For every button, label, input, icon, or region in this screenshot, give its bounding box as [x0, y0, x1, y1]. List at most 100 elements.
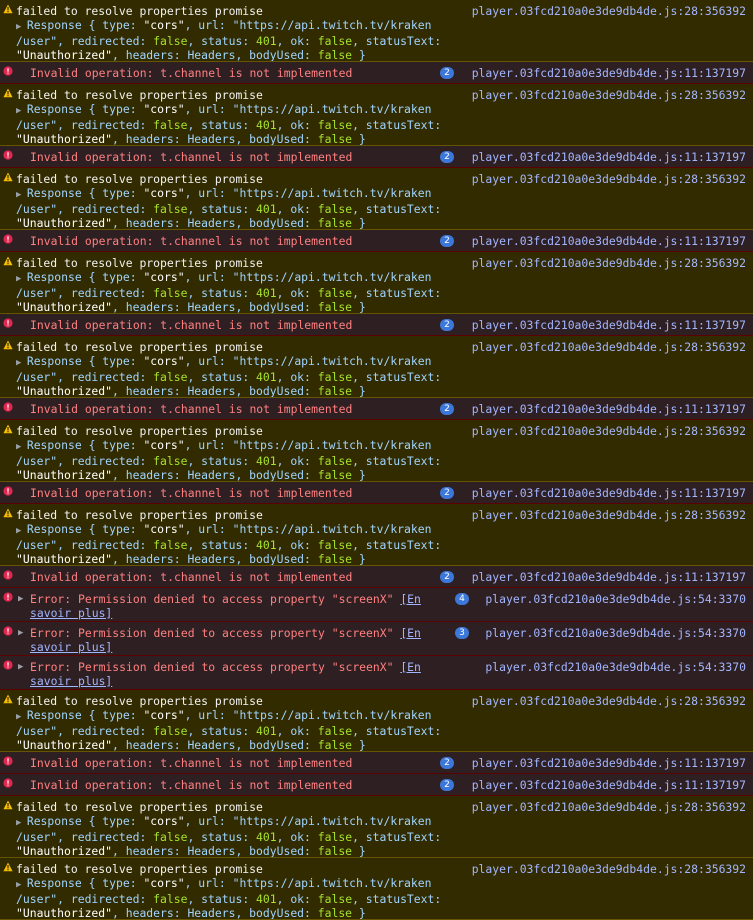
console-error-row: ▶ Error: Permission denied to access prop…	[0, 588, 753, 622]
response-object-line: /user", redirected: false, status: 401, …	[16, 202, 442, 216]
warning-triangle-icon	[3, 694, 13, 704]
console-warning-row: failed to resolve properties promise ▶ Re…	[0, 796, 753, 858]
disclosure-triangle-icon[interactable]: ▶	[18, 592, 23, 606]
source-link[interactable]: player.03fcd210a0e3de9db4de.js:11:137197	[472, 318, 746, 332]
repeat-count-badge: 2	[440, 67, 454, 79]
disclosure-triangle-icon[interactable]: ▶	[16, 442, 27, 452]
source-link[interactable]: player.03fcd210a0e3de9db4de.js:11:137197	[472, 234, 746, 248]
console-error-row: Invalid operation: t.channel is not impl…	[0, 482, 753, 504]
console-error-row: Invalid operation: t.channel is not impl…	[0, 146, 753, 168]
source-link[interactable]: player.03fcd210a0e3de9db4de.js:28:356392	[472, 340, 746, 354]
console-warning-row: failed to resolve properties promise ▶ Re…	[0, 252, 753, 314]
error-circle-icon	[3, 234, 13, 244]
learn-more-link[interactable]: savoir plus]	[30, 640, 112, 654]
response-object[interactable]: ▶ Response { type: "cors", url: "https:/…	[16, 102, 753, 118]
source-link[interactable]: player.03fcd210a0e3de9db4de.js:28:356392	[472, 424, 746, 438]
disclosure-triangle-icon[interactable]: ▶	[16, 712, 27, 722]
disclosure-triangle-icon[interactable]: ▶	[18, 626, 23, 640]
console-error-row: Invalid operation: t.channel is not impl…	[0, 398, 753, 420]
source-link[interactable]: player.03fcd210a0e3de9db4de.js:54:3370	[485, 660, 746, 674]
disclosure-triangle-icon[interactable]: ▶	[16, 274, 27, 284]
learn-more-link[interactable]: savoir plus]	[30, 606, 112, 620]
response-object-line: "Unauthorized", headers: Headers, bodyUs…	[16, 844, 366, 858]
warning-triangle-icon	[3, 508, 13, 518]
disclosure-triangle-icon[interactable]: ▶	[16, 880, 27, 890]
disclosure-triangle-icon[interactable]: ▶	[16, 358, 27, 368]
response-object-line: "Unauthorized", headers: Headers, bodyUs…	[16, 48, 366, 62]
warning-triangle-icon	[3, 862, 13, 872]
disclosure-triangle-icon[interactable]: ▶	[16, 190, 27, 200]
console-warning-row: failed to resolve properties promise ▶ Re…	[0, 858, 753, 920]
source-link[interactable]: player.03fcd210a0e3de9db4de.js:28:356392	[472, 4, 746, 18]
disclosure-triangle-icon[interactable]: ▶	[16, 106, 27, 116]
repeat-count-badge: 4	[455, 593, 469, 605]
error-circle-icon	[3, 486, 13, 496]
source-link[interactable]: player.03fcd210a0e3de9db4de.js:11:137197	[472, 778, 746, 792]
learn-more-link[interactable]: [En	[400, 592, 421, 606]
error-text: Error: Permission denied to access prope…	[30, 626, 401, 640]
warning-triangle-icon	[3, 800, 13, 810]
repeat-count-badge: 2	[440, 151, 454, 163]
console-warning-row: failed to resolve properties promise ▶ Re…	[0, 84, 753, 146]
learn-more-link[interactable]: savoir plus]	[30, 674, 112, 688]
console-error-row: Invalid operation: t.channel is not impl…	[0, 62, 753, 84]
console-output: failed to resolve properties promise ▶ Re…	[0, 0, 753, 920]
response-object-line: "Unauthorized", headers: Headers, bodyUs…	[16, 132, 366, 146]
response-object-line: /user", redirected: false, status: 401, …	[16, 286, 442, 300]
source-link[interactable]: player.03fcd210a0e3de9db4de.js:11:137197	[472, 486, 746, 500]
console-error-row: ▶ Error: Permission denied to access prop…	[0, 656, 753, 690]
console-error-row: Invalid operation: t.channel is not impl…	[0, 230, 753, 252]
source-link[interactable]: player.03fcd210a0e3de9db4de.js:28:356392	[472, 508, 746, 522]
response-object[interactable]: ▶ Response { type: "cors", url: "https:/…	[16, 18, 753, 34]
warning-triangle-icon	[3, 172, 13, 182]
response-object[interactable]: ▶ Response { type: "cors", url: "https:/…	[16, 708, 753, 724]
response-object-line: "Unauthorized", headers: Headers, bodyUs…	[16, 384, 366, 398]
source-link[interactable]: player.03fcd210a0e3de9db4de.js:11:137197	[472, 66, 746, 80]
source-link[interactable]: player.03fcd210a0e3de9db4de.js:28:356392	[472, 256, 746, 270]
response-object[interactable]: ▶ Response { type: "cors", url: "https:/…	[16, 876, 753, 892]
response-object[interactable]: ▶ Response { type: "cors", url: "https:/…	[16, 438, 753, 454]
console-error-row: ▶ Error: Permission denied to access prop…	[0, 622, 753, 656]
error-text: Error: Permission denied to access prope…	[30, 592, 401, 606]
source-link[interactable]: player.03fcd210a0e3de9db4de.js:11:137197	[472, 402, 746, 416]
learn-more-link[interactable]: [En	[400, 626, 421, 640]
learn-more-link[interactable]: [En	[400, 660, 421, 674]
response-object[interactable]: ▶ Response { type: "cors", url: "https:/…	[16, 186, 753, 202]
disclosure-triangle-icon[interactable]: ▶	[18, 660, 23, 674]
source-link[interactable]: player.03fcd210a0e3de9db4de.js:28:356392	[472, 694, 746, 708]
error-circle-icon	[3, 318, 13, 328]
response-object-line: /user", redirected: false, status: 401, …	[16, 724, 442, 738]
source-link[interactable]: player.03fcd210a0e3de9db4de.js:54:3370	[485, 592, 746, 606]
error-circle-icon	[3, 150, 13, 160]
source-link[interactable]: player.03fcd210a0e3de9db4de.js:28:356392	[472, 800, 746, 814]
console-error-row: Invalid operation: t.channel is not impl…	[0, 774, 753, 796]
response-object-line: /user", redirected: false, status: 401, …	[16, 892, 442, 906]
response-object-line: /user", redirected: false, status: 401, …	[16, 118, 442, 132]
source-link[interactable]: player.03fcd210a0e3de9db4de.js:11:137197	[472, 570, 746, 584]
source-link[interactable]: player.03fcd210a0e3de9db4de.js:28:356392	[472, 88, 746, 102]
response-object[interactable]: ▶ Response { type: "cors", url: "https:/…	[16, 354, 753, 370]
repeat-count-badge: 2	[440, 319, 454, 331]
warning-triangle-icon	[3, 88, 13, 98]
error-circle-icon	[3, 592, 13, 602]
disclosure-triangle-icon[interactable]: ▶	[16, 22, 27, 32]
warning-triangle-icon	[3, 424, 13, 434]
response-object[interactable]: ▶ Response { type: "cors", url: "https:/…	[16, 814, 753, 830]
disclosure-triangle-icon[interactable]: ▶	[16, 818, 27, 828]
source-link[interactable]: player.03fcd210a0e3de9db4de.js:28:356392	[472, 862, 746, 876]
response-object-line: /user", redirected: false, status: 401, …	[16, 370, 442, 384]
response-object[interactable]: ▶ Response { type: "cors", url: "https:/…	[16, 270, 753, 286]
response-object-line: /user", redirected: false, status: 401, …	[16, 538, 442, 552]
error-text: Error: Permission denied to access prope…	[30, 660, 401, 674]
warning-triangle-icon	[3, 256, 13, 266]
source-link[interactable]: player.03fcd210a0e3de9db4de.js:54:3370	[485, 626, 746, 640]
console-warning-row: failed to resolve properties promise ▶ Re…	[0, 168, 753, 230]
response-object-line: "Unauthorized", headers: Headers, bodyUs…	[16, 738, 366, 752]
source-link[interactable]: player.03fcd210a0e3de9db4de.js:11:137197	[472, 756, 746, 770]
repeat-count-badge: 2	[440, 487, 454, 499]
disclosure-triangle-icon[interactable]: ▶	[16, 526, 27, 536]
source-link[interactable]: player.03fcd210a0e3de9db4de.js:28:356392	[472, 172, 746, 186]
source-link[interactable]: player.03fcd210a0e3de9db4de.js:11:137197	[472, 150, 746, 164]
response-object[interactable]: ▶ Response { type: "cors", url: "https:/…	[16, 522, 753, 538]
console-error-row: Invalid operation: t.channel is not impl…	[0, 752, 753, 774]
